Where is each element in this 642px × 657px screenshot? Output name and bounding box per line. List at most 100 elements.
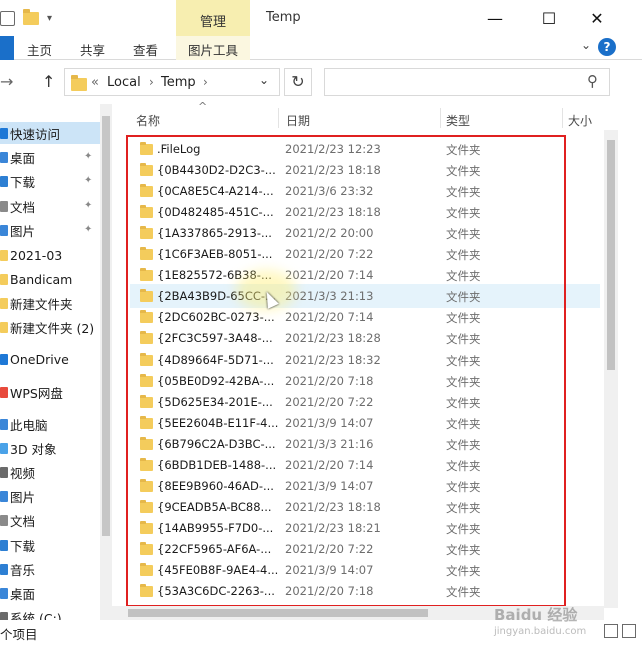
sidebar-scrollbar[interactable] [100, 104, 112, 624]
large-icons-view-icon[interactable] [622, 624, 636, 638]
file-name: {1C6F3AEB-8051-... [157, 247, 273, 261]
file-name: {9CEADB5A-BC88... [157, 500, 272, 514]
sidebar-item[interactable]: Bandicam [0, 268, 72, 290]
tab-view[interactable]: 查看 [133, 40, 158, 59]
status-item-count: 个项目 [0, 627, 38, 642]
new-folder-icon[interactable] [23, 8, 39, 25]
forward-icon[interactable]: → [0, 72, 13, 91]
sidebar-item-label: 音乐 [10, 562, 36, 578]
folder-icon [140, 395, 153, 408]
sidebar-item[interactable]: 快速访问 [0, 122, 100, 144]
horizontal-scrollbar-thumb[interactable] [128, 609, 428, 617]
folder-icon [140, 142, 153, 155]
breadcrumb-separator[interactable]: › [149, 75, 154, 89]
column-divider[interactable] [278, 108, 279, 128]
column-header-type[interactable]: 类型 [446, 104, 470, 130]
refresh-icon: ↻ [291, 72, 305, 91]
sidebar-item-label: 快速访问 [10, 126, 61, 142]
file-date: 2021/2/20 7:14 [285, 458, 374, 472]
address-bar[interactable]: « Local › Temp › ⌄ [64, 68, 280, 96]
file-type: 文件夹 [446, 417, 481, 431]
sidebar-item[interactable]: 音乐 [0, 558, 35, 580]
folder-icon [140, 226, 153, 239]
pin-icon: ✦ [84, 151, 93, 162]
sidebar-scrollbar-thumb[interactable] [102, 116, 110, 536]
file-name: {4D89664F-5D71-... [157, 353, 274, 367]
column-header-name[interactable]: 名称 [136, 104, 160, 130]
column-header-size[interactable]: 大小 [568, 104, 592, 130]
file-date: 2021/2/23 18:18 [285, 500, 381, 514]
folder-icon [140, 542, 153, 555]
file-name: {6BDB1DEB-1488-... [157, 458, 277, 472]
up-icon[interactable]: ↑ [42, 72, 55, 91]
sidebar-item[interactable]: 图片 [0, 485, 35, 507]
chevron-down-icon[interactable]: ⌄ [581, 38, 591, 52]
sidebar-item[interactable]: 图片 [0, 219, 35, 241]
search-input[interactable]: ⚲ [324, 68, 610, 96]
tab-picture-tools[interactable]: 图片工具 [176, 36, 250, 60]
sidebar-item[interactable]: 下载 [0, 170, 35, 192]
sidebar-item[interactable]: 下载 [0, 534, 35, 556]
navigation-pane: 快速访问 桌面 ✦ 下载 ✦ 文档 ✦ 图片 ✦ 2021-03 Bandicam 新建文件夹 新建文件… [0, 104, 112, 624]
sidebar-item[interactable]: OneDrive [0, 348, 69, 370]
maximize-button[interactable]: ☐ [536, 6, 562, 30]
tab-file[interactable] [0, 36, 14, 60]
sidebar-item[interactable]: 新建文件夹 [0, 292, 73, 314]
table-row[interactable]: {53A3C6DC-2263-... 2021/2/20 7:18 文件夹 [130, 579, 600, 603]
file-date: 2021/2/20 7:18 [285, 374, 374, 388]
file-type: 文件夹 [446, 164, 481, 178]
folder-icon [140, 163, 153, 176]
sidebar-item-label: 新建文件夹 [10, 296, 73, 312]
folder-icon [140, 437, 153, 450]
tab-home[interactable]: 主页 [27, 40, 52, 59]
file-type: 文件夹 [446, 396, 481, 410]
folder-icon [0, 321, 8, 333]
breadcrumb-separator[interactable]: › [203, 75, 208, 89]
title-bar: ▾ 管理 Temp — ☐ ✕ [0, 0, 642, 36]
sidebar-item-label: 3D 对象 [10, 441, 57, 457]
sidebar-item[interactable]: 新建文件夹 (2) [0, 316, 94, 338]
sidebar-item[interactable]: 桌面 [0, 146, 35, 168]
file-date: 2021/3/9 14:07 [285, 479, 374, 493]
column-divider[interactable] [440, 108, 441, 128]
sidebar-item-label: 2021-03 [10, 247, 63, 263]
help-icon[interactable]: ? [598, 38, 616, 56]
table-row[interactable]: {2FC3C597-3A48-... 2021/2/23 18:28 文件夹 [130, 326, 600, 350]
breadcrumb-temp[interactable]: Temp [161, 75, 196, 90]
close-button[interactable]: ✕ [584, 6, 610, 30]
sidebar-item-label: 下载 [10, 174, 36, 190]
file-type: 文件夹 [446, 354, 481, 368]
refresh-button[interactable]: ↻ [284, 68, 312, 96]
file-name: {0D482485-451C-... [157, 205, 274, 219]
properties-icon[interactable] [0, 10, 15, 26]
sidebar-item[interactable]: 文档 [0, 509, 35, 531]
sidebar-item[interactable]: 桌面 [0, 582, 35, 604]
vertical-scrollbar-thumb[interactable] [607, 140, 615, 370]
pin-icon: ✦ [84, 200, 93, 211]
folder-icon [140, 205, 153, 218]
sidebar-item[interactable]: 视频 [0, 461, 35, 483]
file-list-vertical-scrollbar[interactable] [604, 130, 618, 608]
sidebar-item-label: 文档 [10, 513, 36, 529]
file-type: 文件夹 [446, 375, 481, 389]
sidebar-item[interactable]: 2021-03 [0, 244, 62, 266]
cloud-icon [0, 386, 8, 398]
details-view-icon[interactable] [604, 624, 618, 638]
tab-share[interactable]: 共享 [80, 40, 105, 59]
file-date: 2021/3/3 21:13 [285, 289, 374, 303]
column-divider[interactable] [562, 108, 563, 128]
folder-icon [140, 247, 153, 260]
breadcrumb-overflow[interactable]: « [91, 75, 99, 90]
sidebar-item[interactable]: 3D 对象 [0, 437, 57, 459]
minimize-button[interactable]: — [482, 6, 508, 30]
file-type: 文件夹 [446, 543, 481, 557]
customize-quick-access-icon[interactable]: ▾ [47, 13, 52, 24]
sidebar-item[interactable]: 文档 [0, 195, 35, 217]
column-header-date[interactable]: 日期 [286, 104, 310, 130]
file-list[interactable]: .FileLog 2021/2/23 12:23 文件夹 {0B4430D2-D2C3… [130, 137, 600, 607]
document-icon [0, 514, 8, 526]
sidebar-item[interactable]: 此电脑 [0, 413, 48, 435]
address-history-dropdown-icon[interactable]: ⌄ [259, 73, 269, 87]
breadcrumb-local[interactable]: Local [107, 75, 141, 90]
sidebar-item[interactable]: WPS网盘 [0, 381, 63, 403]
